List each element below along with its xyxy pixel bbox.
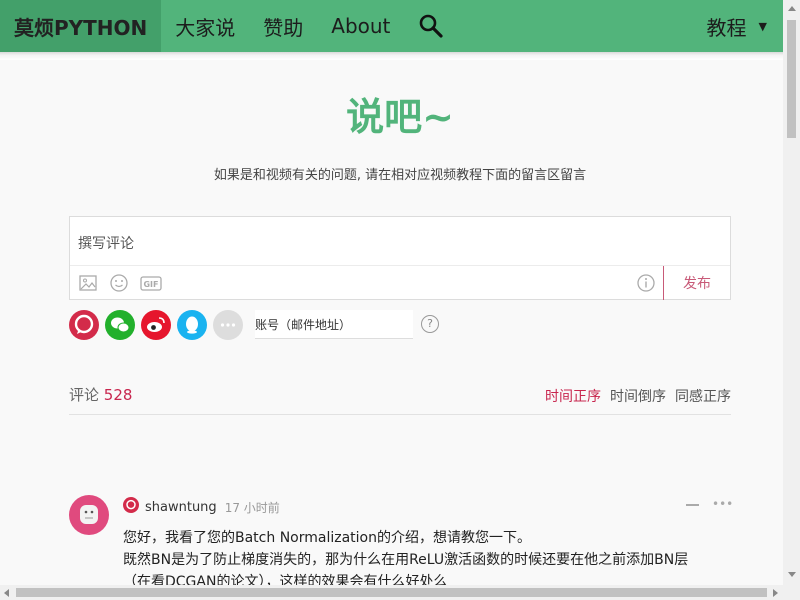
vertical-scroll-thumb[interactable] — [787, 20, 796, 138]
sort-newest[interactable]: 时间倒序 — [610, 386, 666, 406]
weibo-icon[interactable] — [141, 310, 171, 340]
brand-logo[interactable]: 莫烦PYTHON — [0, 0, 162, 52]
vertical-scrollbar[interactable] — [783, 0, 800, 600]
divider — [69, 414, 731, 415]
comment-username[interactable]: shawntung — [145, 500, 217, 515]
image-icon[interactable] — [78, 273, 98, 293]
comment-box: 撰写评论 GIF 发布 — [69, 216, 731, 300]
comment-meta: shawntung 17 小时前 — [123, 497, 280, 517]
nav-item-dajiashuo[interactable]: 大家说 — [175, 12, 235, 41]
comment-count-number: 528 — [103, 386, 133, 404]
nav-item-about[interactable]: About — [331, 14, 390, 38]
emoji-icon[interactable] — [109, 273, 129, 293]
page-subtitle: 如果是和视频有关的问题, 请在相对应视频教程下面的留言区留言 — [213, 168, 587, 183]
caret-down-icon: ▼ — [758, 19, 767, 33]
comment-time: 17 小时前 — [224, 500, 280, 515]
comment-toolbar: GIF 发布 — [70, 265, 730, 300]
gif-icon[interactable]: GIF — [140, 273, 162, 293]
duoshuo-badge-icon — [123, 497, 139, 517]
tutorials-dropdown[interactable]: 教程 ▼ — [707, 0, 767, 52]
comment-input[interactable]: 撰写评论 — [78, 233, 134, 253]
account-input[interactable]: 账号（邮件地址） — [255, 310, 413, 339]
more-icon[interactable] — [213, 310, 243, 340]
avatar[interactable] — [69, 495, 109, 535]
social-login-row: 账号（邮件地址） ? — [69, 310, 469, 340]
duoshuo-icon[interactable] — [69, 310, 99, 340]
horizontal-scrollbar[interactable] — [0, 585, 783, 600]
page-title: 说吧~ — [346, 95, 454, 139]
qq-icon[interactable] — [177, 310, 207, 340]
scroll-left-icon[interactable] — [4, 589, 9, 597]
comment-more-icon[interactable]: ••• — [712, 497, 733, 511]
scroll-right-icon[interactable] — [773, 589, 778, 597]
info-icon[interactable] — [636, 273, 656, 293]
comment-count: 评论 528 — [69, 384, 132, 405]
comment-count-label: 评论 — [69, 386, 100, 404]
sort-options: 时间正序 时间倒序 同感正序 — [545, 386, 731, 406]
tutorials-label: 教程 — [706, 15, 747, 40]
wechat-icon[interactable] — [105, 310, 135, 340]
nav-item-zanzhu[interactable]: 赞助 — [263, 12, 303, 41]
comment-body: 您好，我看了您的Batch Normalization的介绍，想请教您一下。 既… — [123, 527, 723, 593]
top-nav: 莫烦PYTHON 大家说 赞助 About 教程 ▼ — [0, 0, 783, 52]
sort-oldest[interactable]: 时间正序 — [545, 386, 601, 406]
comment-line: 您好，我看了您的Batch Normalization的介绍，想请教您一下。 — [123, 530, 531, 546]
scroll-down-icon[interactable] — [788, 572, 796, 577]
sort-likes[interactable]: 同感正序 — [675, 386, 731, 406]
scroll-up-icon[interactable] — [788, 6, 796, 11]
nav-shadow — [0, 52, 783, 60]
comment-line: 既然BN是为了防止梯度消失的，那为什么在用ReLU激活函数的时候还要在他之前添加… — [123, 552, 689, 568]
gif-label: GIF — [143, 280, 158, 289]
help-icon[interactable]: ? — [421, 315, 439, 333]
horizontal-scroll-thumb[interactable] — [16, 588, 767, 597]
search-icon[interactable] — [418, 13, 444, 39]
publish-button[interactable]: 发布 — [663, 266, 730, 300]
collapse-icon[interactable] — [686, 504, 699, 506]
